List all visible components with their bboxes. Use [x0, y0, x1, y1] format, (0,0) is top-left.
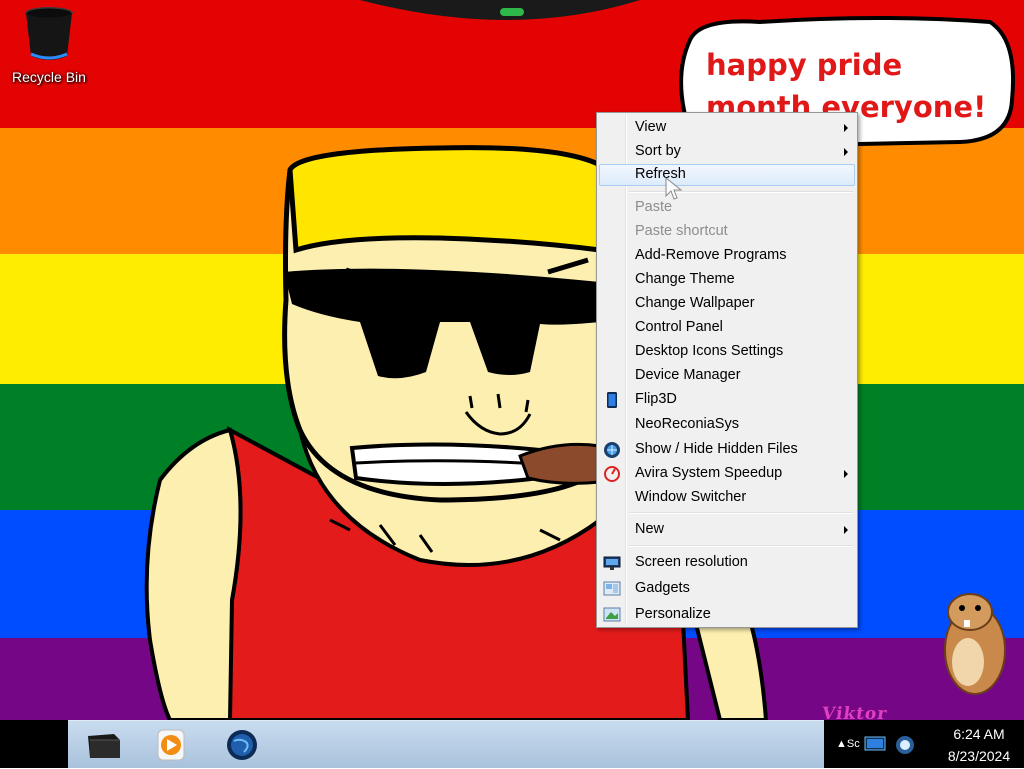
personalize-icon	[603, 607, 621, 622]
menu-item-label: Personalize	[635, 606, 711, 622]
avira-icon	[604, 466, 620, 482]
clock-date[interactable]: 8/23/2024	[939, 748, 1019, 764]
internet-browser-icon	[227, 730, 257, 760]
file-explorer-icon	[88, 734, 120, 758]
flip3d-icon	[607, 392, 617, 408]
menu-item-label: Window Switcher	[635, 489, 747, 505]
menu-item-paste: Paste	[599, 197, 855, 219]
menu-item-desktop-icons-settings[interactable]: Desktop Icons Settings	[599, 341, 855, 363]
submenu-arrow-icon	[844, 470, 848, 478]
system-tray: ▲Sc 6:24 AM 8/23/2024	[824, 720, 1024, 768]
taskbar	[68, 720, 824, 768]
menu-item-control-panel[interactable]: Control Panel	[599, 317, 855, 339]
desktop-context-menu: View Sort by Refresh Paste Paste shortcu…	[596, 112, 858, 628]
clock-time[interactable]: 6:24 AM	[939, 726, 1019, 742]
menu-item-flip3d[interactable]: Flip3D	[599, 389, 855, 411]
desktop-icon-label: Recycle Bin	[12, 69, 86, 85]
menu-item-label: Control Panel	[635, 319, 723, 335]
menu-item-add-remove-programs[interactable]: Add-Remove Programs	[599, 245, 855, 267]
desktop-wallpaper: happy pride month everyone! Viktor	[0, 0, 1024, 720]
recycle-bin-icon	[25, 7, 73, 60]
menu-item-window-switcher[interactable]: Window Switcher	[599, 487, 855, 509]
menu-item-label: Change Wallpaper	[635, 295, 755, 311]
menu-item-label: Screen resolution	[635, 554, 748, 570]
volume-icon[interactable]	[894, 734, 916, 756]
taskbar-button-file-explorer[interactable]	[84, 726, 124, 764]
menu-item-label: Gadgets	[635, 580, 690, 596]
menu-item-label: Desktop Icons Settings	[635, 343, 784, 359]
taskbar-button-internet-browser[interactable]	[222, 726, 262, 764]
menu-item-gadgets[interactable]: Gadgets	[599, 578, 855, 600]
globe-icon	[604, 442, 620, 458]
desktop-icon-recycle-bin[interactable]: Recycle Bin	[4, 4, 94, 85]
menu-item-change-theme[interactable]: Change Theme	[599, 269, 855, 291]
submenu-arrow-icon	[844, 124, 848, 132]
network-monitor-icon[interactable]	[864, 736, 886, 754]
taskbar-button-media-player[interactable]	[152, 726, 192, 764]
mouse-cursor-icon	[665, 176, 683, 200]
tray-overflow-label: Sc	[846, 738, 860, 750]
menu-item-neoreconiasys[interactable]: NeoReconiaSys	[599, 414, 855, 436]
menu-item-label: Add-Remove Programs	[635, 247, 787, 263]
menu-item-label: Avira System Speedup	[635, 465, 783, 481]
menu-item-label: NeoReconiaSys	[635, 416, 739, 432]
menu-item-label: Device Manager	[635, 367, 741, 383]
media-player-icon	[157, 729, 185, 761]
menu-item-change-wallpaper[interactable]: Change Wallpaper	[599, 293, 855, 315]
menu-item-refresh[interactable]: Refresh	[599, 164, 855, 186]
menu-separator	[629, 191, 853, 193]
menu-item-sort-by[interactable]: Sort by	[599, 141, 855, 163]
wallpaper-signature: Viktor	[820, 704, 889, 720]
menu-item-label: Flip3D	[635, 391, 677, 407]
taskbar-start-area[interactable]	[0, 720, 68, 768]
menu-separator	[629, 512, 853, 514]
menu-item-label: Show / Hide Hidden Files	[635, 441, 798, 457]
menu-item-personalize[interactable]: Personalize	[599, 604, 855, 626]
monitor-icon	[603, 556, 621, 570]
menu-item-label: New	[635, 521, 665, 537]
menu-item-new[interactable]: New	[599, 519, 855, 541]
submenu-arrow-icon	[844, 526, 848, 534]
gadgets-icon	[603, 581, 621, 596]
menu-item-view[interactable]: View	[599, 117, 855, 139]
menu-item-device-manager[interactable]: Device Manager	[599, 365, 855, 387]
menu-item-show-hide-hidden-files[interactable]: Show / Hide Hidden Files	[599, 439, 855, 461]
menu-item-label: View	[635, 119, 667, 135]
submenu-arrow-icon	[844, 148, 848, 156]
menu-item-label: Paste shortcut	[635, 223, 728, 239]
menu-item-label: Change Theme	[635, 271, 735, 287]
menu-item-avira-system-speedup[interactable]: Avira System Speedup	[599, 463, 855, 485]
menu-separator	[629, 545, 853, 547]
tray-overflow-button[interactable]: ▲Sc	[836, 738, 860, 750]
menu-item-label: Sort by	[635, 143, 681, 159]
menu-item-screen-resolution[interactable]: Screen resolution	[599, 552, 855, 574]
menu-item-paste-shortcut: Paste shortcut	[599, 221, 855, 243]
